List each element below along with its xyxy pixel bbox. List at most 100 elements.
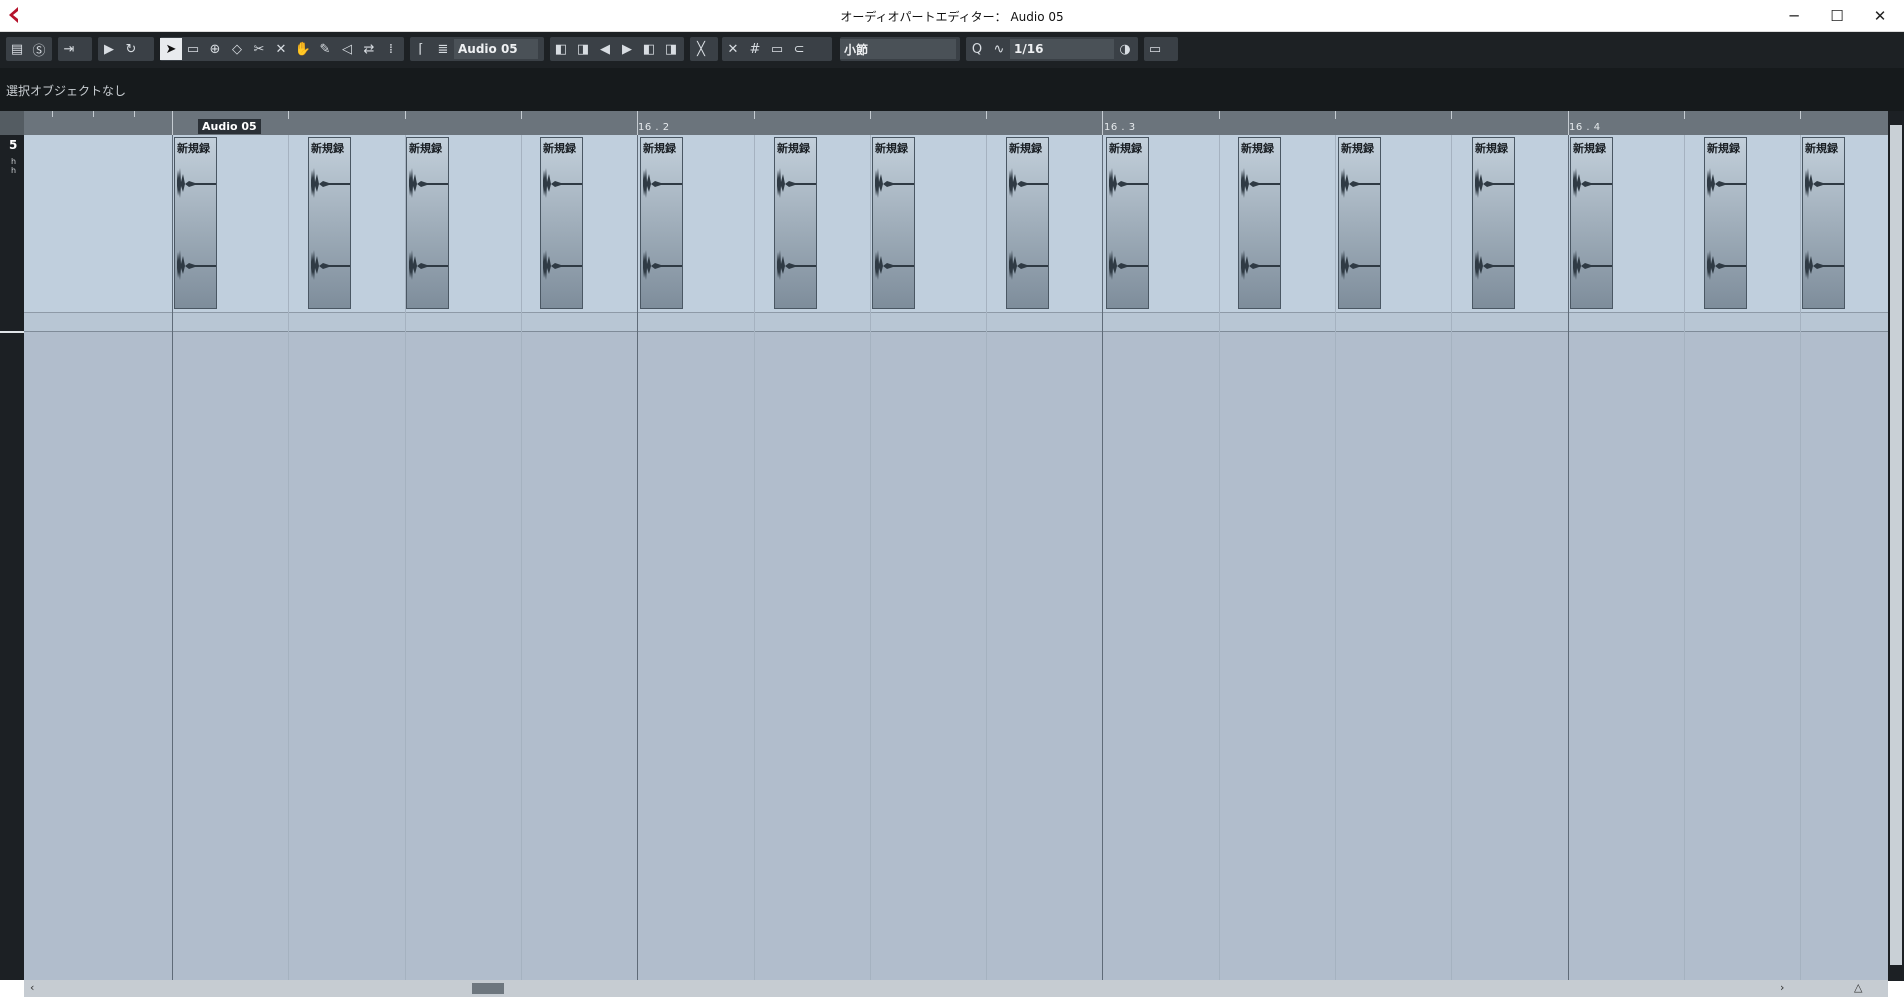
grid-icon[interactable]: # — [744, 38, 766, 60]
audio-event[interactable]: 新規録 — [1704, 137, 1747, 309]
event-name: 新規録 — [1109, 142, 1142, 155]
toolbar-group-snap: ✕ # ▭ ⊂ — [722, 37, 832, 61]
zoom-icon[interactable]: ⊕ — [204, 38, 226, 60]
audio-event[interactable]: 新規録 — [1106, 137, 1149, 309]
window-title: オーディオパートエディター： Audio 05 — [840, 10, 1064, 24]
ruler[interactable]: Audio 05 16 . 2 16 . 3 16 . 4 — [24, 111, 1888, 135]
ruler-tick — [1335, 111, 1336, 119]
events-snap-icon[interactable]: ▭ — [766, 38, 788, 60]
part-select[interactable]: Audio 05 — [454, 39, 538, 59]
lane-divider — [24, 331, 1888, 332]
ruler-tick — [1568, 111, 1569, 135]
vertical-scroll-track[interactable] — [1890, 125, 1902, 965]
audio-event[interactable]: 新規録 — [406, 137, 449, 309]
waveform-channel — [1241, 168, 1280, 198]
speaker-icon[interactable]: ◁ — [336, 38, 358, 60]
selection-status: 選択オブジェクトなし — [6, 84, 127, 98]
minimize-button[interactable]: ─ — [1772, 0, 1816, 31]
split-icon[interactable]: ✂ — [248, 38, 270, 60]
audio-event[interactable]: 新規録 — [1802, 137, 1845, 309]
show-part-borders-icon[interactable]: ⌈ — [410, 38, 432, 60]
grid-line — [986, 135, 987, 980]
waveform-icon — [1707, 168, 1746, 280]
zoom-slider-icon[interactable]: △ — [1854, 981, 1862, 994]
close-button[interactable]: ✕ — [1858, 0, 1902, 31]
grid-line — [637, 135, 638, 980]
object-select-icon[interactable]: ➤ — [160, 38, 182, 60]
play-icon[interactable]: ▶ — [98, 38, 120, 60]
audio-event[interactable]: 新規録 — [1338, 137, 1381, 309]
autoscroll-icon[interactable]: ⇥ — [58, 38, 80, 60]
waveform-channel — [1805, 250, 1844, 280]
solo-icon[interactable]: Ⓢ — [28, 38, 50, 60]
horizontal-scroll-thumb[interactable] — [472, 983, 504, 994]
quantize-panel-icon[interactable]: ◑ — [1114, 38, 1136, 60]
hitpoint-icon[interactable]: ⁞ — [380, 38, 402, 60]
waveform-channel — [311, 168, 350, 198]
inspector-icon[interactable]: ▤ — [6, 38, 28, 60]
audio-event[interactable]: 新規録 — [540, 137, 583, 309]
waveform-icon — [543, 168, 582, 280]
part-list-icon[interactable]: ≣ — [432, 38, 454, 60]
toolbar-group-color: ▭ — [1144, 37, 1178, 61]
audio-event[interactable]: 新規録 — [872, 137, 915, 309]
loop-icon[interactable]: ↻ — [120, 38, 142, 60]
timewarp-icon[interactable]: ⇄ — [358, 38, 380, 60]
audio-event[interactable]: 新規録 — [774, 137, 817, 309]
toolbar-group-part: ⌈ ≣ Audio 05 — [410, 37, 544, 61]
nudge-end-right-icon[interactable]: ◨ — [660, 38, 682, 60]
quantize-value-select[interactable]: 1/16 — [1010, 39, 1114, 59]
snap-zero-icon[interactable]: ╳ — [690, 38, 712, 60]
color-icon[interactable]: ▭ — [1144, 38, 1166, 60]
audio-event[interactable]: 新規録 — [1570, 137, 1613, 309]
waveform-channel — [1707, 168, 1746, 198]
event-name: 新規録 — [1707, 142, 1740, 155]
cursor-snap-icon[interactable]: ⊂ — [788, 38, 810, 60]
audio-event[interactable]: 新規録 — [308, 137, 351, 309]
waveform-channel — [1573, 168, 1612, 198]
scroll-right-icon[interactable]: › — [1780, 981, 1784, 994]
grid-line — [1219, 135, 1220, 980]
scroll-left-icon[interactable]: ‹ — [30, 981, 34, 994]
range-icon[interactable]: ▭ — [182, 38, 204, 60]
waveform-channel — [177, 168, 216, 198]
waveform-channel — [543, 168, 582, 198]
waveform-icon — [875, 168, 914, 280]
waveform-icon — [1475, 168, 1514, 280]
iterative-quantize-icon[interactable]: ∿ — [988, 38, 1010, 60]
audio-event[interactable]: 新規録 — [1472, 137, 1515, 309]
horizontal-scrollbar[interactable]: ‹ › △ — [24, 980, 1888, 997]
nudge-right-icon[interactable]: ▶ — [616, 38, 638, 60]
lane-sub-label: hh — [11, 157, 17, 175]
waveform-channel — [1341, 168, 1380, 198]
audio-event[interactable]: 新規録 — [174, 137, 217, 309]
nudge-start-right-icon[interactable]: ◨ — [572, 38, 594, 60]
toolbar-group-view: ▤ Ⓢ — [6, 37, 52, 61]
editor-toolbar: ▤ Ⓢ ⇥ ▶ ↻ ➤ ▭ ⊕ ◇ ✂ ✕ ✋ ✎ ◁ ⇄ ⁞ ⌈ ≣ Audi… — [0, 32, 1904, 68]
grid-type-select[interactable]: 小節 — [840, 39, 956, 59]
nudge-start-left-icon[interactable]: ◧ — [550, 38, 572, 60]
quantize-button[interactable]: Q — [966, 38, 988, 60]
grid-line — [870, 135, 871, 980]
erase-icon[interactable]: ✕ — [270, 38, 292, 60]
grid-line — [1568, 135, 1569, 980]
snap-icon[interactable]: ✕ — [722, 38, 744, 60]
event-name: 新規録 — [643, 142, 676, 155]
info-line: 選択オブジェクトなし — [0, 68, 1904, 111]
maximize-button[interactable]: ☐ — [1815, 0, 1859, 31]
ruler-tick — [1800, 111, 1801, 119]
nudge-left-icon[interactable]: ◀ — [594, 38, 616, 60]
waveform-channel — [1341, 250, 1380, 280]
vertical-scrollbar[interactable] — [1888, 111, 1904, 981]
nudge-end-left-icon[interactable]: ◧ — [638, 38, 660, 60]
toolbar-group-tools: ➤ ▭ ⊕ ◇ ✂ ✕ ✋ ✎ ◁ ⇄ ⁞ — [160, 37, 404, 61]
audio-event[interactable]: 新規録 — [1006, 137, 1049, 309]
audio-event[interactable]: 新規録 — [1238, 137, 1281, 309]
waveform-icon — [1009, 168, 1048, 280]
audio-event[interactable]: 新規録 — [640, 137, 683, 309]
grid-line — [1800, 135, 1801, 980]
draw-event-icon[interactable]: ◇ — [226, 38, 248, 60]
event-display[interactable]: 新規録 新規録 新規録 新規録 新規録 新規録 新規録 新規録 新規録 新規録 新規録 新規録 新規録 新… — [24, 135, 1888, 980]
grab-icon[interactable]: ✋ — [292, 38, 314, 60]
pencil-icon[interactable]: ✎ — [314, 38, 336, 60]
